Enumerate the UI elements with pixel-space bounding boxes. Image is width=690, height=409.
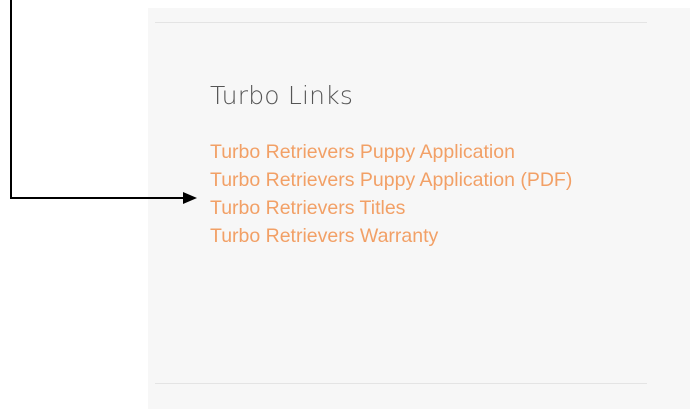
- bottom-divider: [155, 383, 647, 384]
- puppy-application-pdf-link[interactable]: Turbo Retrievers Puppy Application (PDF): [210, 169, 572, 191]
- turbo-links-widget: Turbo Links Turbo Retrievers Puppy Appli…: [210, 78, 630, 250]
- list-item: Turbo Retrievers Warranty: [210, 222, 600, 250]
- list-item: Turbo Retrievers Puppy Application: [210, 138, 600, 166]
- titles-link[interactable]: Turbo Retrievers Titles: [210, 197, 405, 219]
- links-list: Turbo Retrievers Puppy Application Turbo…: [210, 138, 600, 250]
- annotation-arrow-head: [183, 192, 197, 204]
- page: Turbo Links Turbo Retrievers Puppy Appli…: [0, 0, 690, 409]
- widget-title: Turbo Links: [210, 81, 354, 110]
- puppy-application-link[interactable]: Turbo Retrievers Puppy Application: [210, 141, 515, 163]
- list-item: Turbo Retrievers Titles: [210, 194, 600, 222]
- list-item: Turbo Retrievers Puppy Application (PDF): [210, 166, 600, 194]
- annotation-arrow-horizontal-line: [10, 197, 185, 199]
- annotation-arrow-vertical-line: [10, 0, 12, 199]
- warranty-link[interactable]: Turbo Retrievers Warranty: [210, 225, 438, 247]
- top-divider: [155, 22, 647, 23]
